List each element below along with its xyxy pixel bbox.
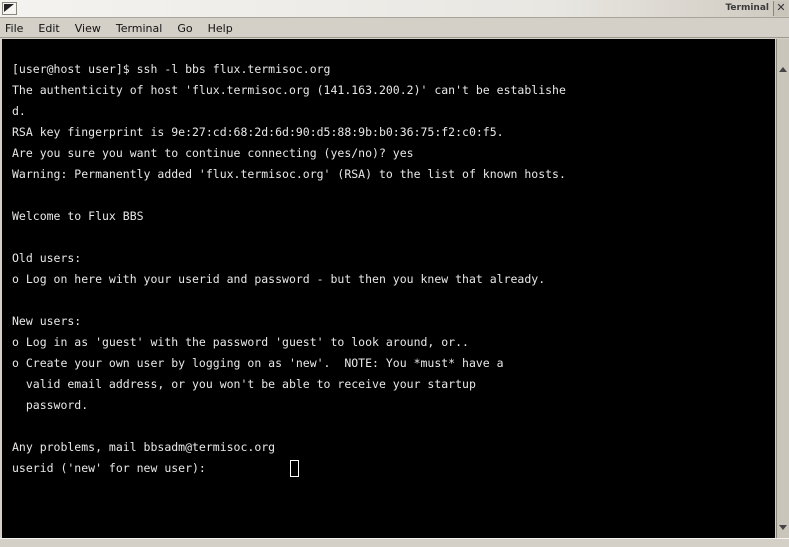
menu-terminal[interactable]: Terminal: [115, 22, 164, 35]
terminal-line: Warning: Permanently added 'flux.termiso…: [12, 167, 566, 181]
terminal-prompt-line: userid ('new' for new user):: [12, 461, 213, 475]
terminal-line: The authenticity of host 'flux.termisoc.…: [12, 83, 566, 97]
menu-edit[interactable]: Edit: [37, 22, 60, 35]
terminal-line: Welcome to Flux BBS: [12, 209, 144, 223]
terminal-line: o Log on here with your userid and passw…: [12, 272, 546, 286]
menu-bar: File Edit View Terminal Go Help: [0, 19, 789, 38]
terminal-line: Any problems, mail bbsadm@termisoc.org: [12, 440, 276, 454]
scroll-down-arrow-icon[interactable]: [779, 525, 787, 530]
terminal-line: RSA key fingerprint is 9e:27:cd:68:2d:6d…: [12, 125, 504, 139]
terminal-line: Old users:: [12, 251, 82, 265]
close-icon[interactable]: ✕: [773, 1, 788, 16]
menu-file[interactable]: File: [4, 22, 24, 35]
window-title: Terminal: [725, 3, 769, 13]
terminal-line: [user@host user]$ ssh -l bbs flux.termis…: [12, 62, 331, 76]
menu-view[interactable]: View: [74, 22, 102, 35]
window-menu-icon[interactable]: [2, 2, 17, 15]
title-bar[interactable]: Terminal ✕: [0, 0, 789, 18]
terminal-line: New users:: [12, 314, 82, 328]
window-bottom-edge: [0, 538, 789, 547]
terminal-line: d.: [12, 104, 26, 118]
terminal-line: valid email address, or you won't be abl…: [12, 377, 476, 391]
terminal-line: Are you sure you want to continue connec…: [12, 146, 414, 160]
menu-go[interactable]: Go: [176, 22, 193, 35]
terminal-window: Terminal ✕ File Edit View Terminal Go He…: [0, 0, 789, 547]
terminal-cursor[interactable]: [290, 460, 299, 477]
terminal-output[interactable]: [user@host user]$ ssh -l bbs flux.termis…: [2, 39, 775, 538]
scroll-up-arrow-icon[interactable]: [779, 67, 787, 72]
terminal-line: password.: [12, 398, 89, 412]
terminal-line: o Log in as 'guest' with the password 'g…: [12, 335, 469, 349]
terminal-line: o Create your own user by logging on as …: [12, 356, 504, 370]
vertical-scrollbar[interactable]: [776, 39, 789, 538]
menu-help[interactable]: Help: [207, 22, 234, 35]
